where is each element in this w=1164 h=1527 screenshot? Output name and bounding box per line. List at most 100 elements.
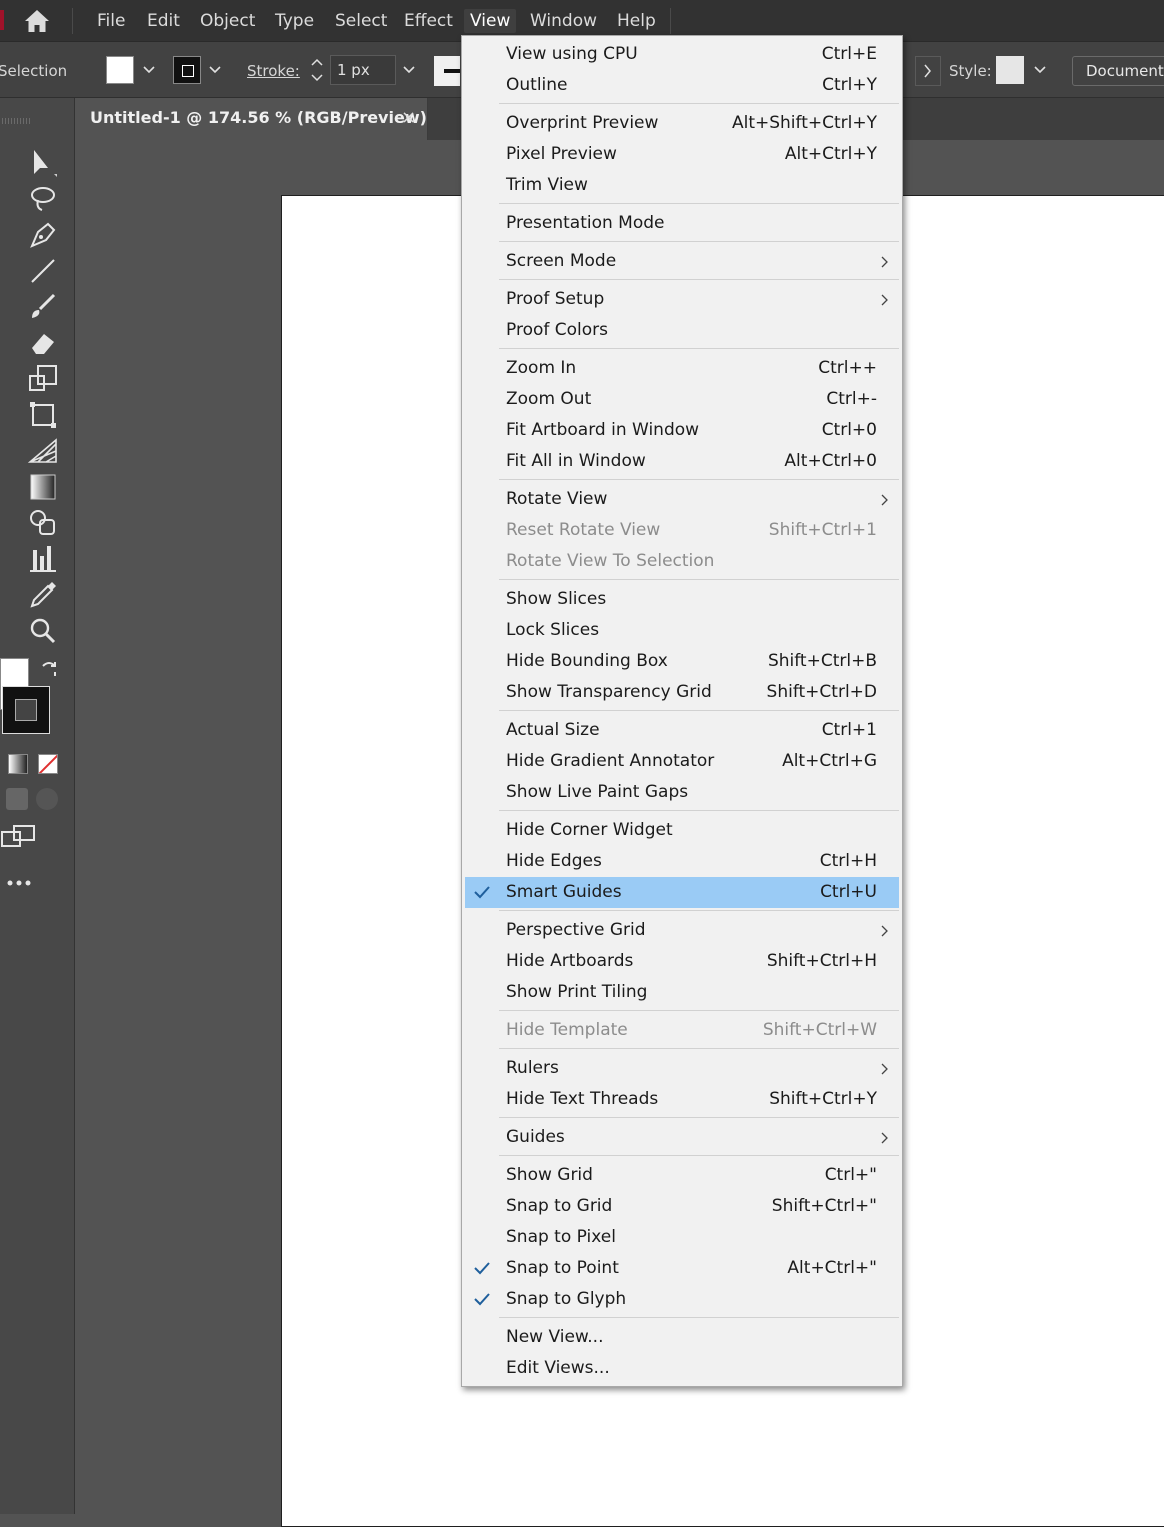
checkmark-icon [474, 1293, 490, 1306]
menu-item-fit-all-in-window[interactable]: Fit All in Window Alt+Ctrl+0 [465, 446, 899, 477]
menu-window[interactable]: Window [524, 9, 603, 33]
menu-item-guides[interactable]: Guides [465, 1122, 899, 1153]
menu-type[interactable]: Type [269, 9, 320, 33]
menu-item-fit-artboard-in-window[interactable]: Fit Artboard in Window Ctrl+0 [465, 415, 899, 446]
menu-item-actual-size[interactable]: Actual Size Ctrl+1 [465, 715, 899, 746]
free-transform-icon[interactable] [26, 398, 60, 432]
menu-item-label: Hide Corner Widget [506, 820, 673, 840]
menu-item-shortcut: Ctrl+E [821, 44, 877, 64]
checkmark-icon [474, 1262, 490, 1275]
menu-divider [670, 8, 671, 34]
fill-swatch[interactable] [106, 56, 134, 84]
chevron-right-icon[interactable] [915, 56, 941, 86]
menu-item-proof-colors[interactable]: Proof Colors [465, 315, 899, 346]
menu-item-hide-artboards[interactable]: Hide Artboards Shift+Ctrl+H [465, 946, 899, 977]
menu-item-presentation-mode[interactable]: Presentation Mode [465, 208, 899, 239]
change-screen-mode-icon[interactable] [0, 824, 38, 854]
menu-item-rotate-view[interactable]: Rotate View [465, 484, 899, 515]
eraser-icon[interactable] [26, 326, 60, 360]
stroke-weight-input[interactable]: 1 px [330, 55, 396, 85]
eyedropper-icon[interactable] [26, 578, 60, 612]
menu-item-show-grid[interactable]: Show Grid Ctrl+" [465, 1160, 899, 1191]
stroke-label[interactable]: Stroke: [247, 62, 300, 80]
menu-item-snap-to-glyph[interactable]: Snap to Glyph [465, 1284, 899, 1315]
menu-object[interactable]: Object [194, 9, 261, 33]
menu-item-screen-mode[interactable]: Screen Mode [465, 246, 899, 277]
chevron-down-icon[interactable] [140, 56, 158, 84]
menu-item-smart-guides[interactable]: Smart Guides Ctrl+U [465, 877, 899, 908]
line-segment-icon[interactable] [26, 254, 60, 288]
menu-item-proof-setup[interactable]: Proof Setup [465, 284, 899, 315]
paintbrush-icon[interactable] [26, 290, 60, 324]
menu-item-shortcut: Ctrl+U [820, 882, 877, 902]
none-swatch[interactable] [38, 754, 58, 774]
menu-item-hide-bounding-box[interactable]: Hide Bounding Box Shift+Ctrl+B [465, 646, 899, 677]
menu-item-label: Fit All in Window [506, 451, 646, 471]
menu-item-shortcut: Alt+Shift+Ctrl+Y [731, 113, 877, 133]
perspective-grid-icon[interactable] [26, 434, 60, 468]
menu-select[interactable]: Select [329, 9, 393, 33]
menu-item-perspective-grid[interactable]: Perspective Grid [465, 915, 899, 946]
menu-view[interactable]: View [464, 9, 517, 33]
menu-item-hide-corner-widget[interactable]: Hide Corner Widget [465, 815, 899, 846]
menu-item-outline[interactable]: Outline Ctrl+Y [465, 70, 899, 101]
gradient-swatch[interactable] [8, 754, 28, 774]
menu-item-shortcut: Shift+Ctrl+B [767, 651, 877, 671]
panel-grip[interactable] [2, 118, 32, 124]
column-graph-icon[interactable] [26, 542, 60, 576]
shape-builder-icon[interactable] [26, 506, 60, 540]
menu-item-trim-view[interactable]: Trim View [465, 170, 899, 201]
zoom-icon[interactable] [26, 614, 60, 648]
menu-item-snap-to-grid[interactable]: Snap to Grid Shift+Ctrl+" [465, 1191, 899, 1222]
brush-profile-swatch[interactable] [434, 56, 460, 86]
menu-item-zoom-in[interactable]: Zoom In Ctrl++ [465, 353, 899, 384]
menu-item-hide-gradient-annotator[interactable]: Hide Gradient Annotator Alt+Ctrl+G [465, 746, 899, 777]
style-swatch[interactable] [996, 56, 1024, 84]
menu-item-snap-to-point[interactable]: Snap to Point Alt+Ctrl+" [465, 1253, 899, 1284]
menu-item-view-using-cpu[interactable]: View using CPU Ctrl+E [465, 39, 899, 70]
direct-selection-icon[interactable] [26, 146, 60, 180]
menu-item-shortcut: Alt+Ctrl+" [787, 1258, 877, 1278]
draw-mode-icon[interactable] [6, 788, 28, 810]
menu-item-hide-edges[interactable]: Hide Edges Ctrl+H [465, 846, 899, 877]
menu-item-label: Fit Artboard in Window [506, 420, 700, 440]
lasso-icon[interactable] [26, 182, 60, 216]
chevron-down-icon[interactable] [1031, 56, 1049, 84]
menu-item-show-print-tiling[interactable]: Show Print Tiling [465, 977, 899, 1008]
menu-item-zoom-out[interactable]: Zoom Out Ctrl+- [465, 384, 899, 415]
menu-divider [72, 8, 73, 34]
menu-help[interactable]: Help [611, 9, 662, 33]
menu-item-overprint-preview[interactable]: Overprint Preview Alt+Shift+Ctrl+Y [465, 108, 899, 139]
screen-mode-icon[interactable] [36, 788, 58, 810]
menu-item-edit-views[interactable]: Edit Views... [465, 1353, 899, 1384]
menu-item-hide-text-threads[interactable]: Hide Text Threads Shift+Ctrl+Y [465, 1084, 899, 1115]
curvature-icon[interactable] [26, 218, 60, 252]
menu-item-label: Perspective Grid [506, 920, 646, 940]
menu-item-show-live-paint-gaps[interactable]: Show Live Paint Gaps [465, 777, 899, 808]
more-tools-icon[interactable] [6, 878, 32, 888]
menu-item-label: Hide Text Threads [506, 1089, 659, 1109]
menu-item-pixel-preview[interactable]: Pixel Preview Alt+Ctrl+Y [465, 139, 899, 170]
stepper-icon[interactable] [308, 55, 326, 85]
tab-document[interactable]: Untitled-1 @ 174.56 % (RGB/Preview) × [75, 98, 428, 140]
menu-item-show-transparency-grid[interactable]: Show Transparency Grid Shift+Ctrl+D [465, 677, 899, 708]
home-icon[interactable] [23, 8, 51, 34]
menu-file[interactable]: File [91, 9, 131, 33]
menu-item-rulers[interactable]: Rulers [465, 1053, 899, 1084]
menu-item-snap-to-pixel[interactable]: Snap to Pixel [465, 1222, 899, 1253]
scale-icon[interactable] [26, 362, 60, 396]
gradient-icon[interactable] [26, 470, 60, 504]
chevron-down-icon[interactable] [206, 56, 224, 84]
stroke-color-swatch[interactable] [2, 686, 50, 734]
document-setup-button[interactable]: Document S [1072, 56, 1164, 86]
menu-item-label: View using CPU [506, 44, 638, 64]
menu-item-new-view[interactable]: New View... [465, 1322, 899, 1353]
menu-item-show-slices[interactable]: Show Slices [465, 584, 899, 615]
chevron-down-icon[interactable] [400, 56, 418, 84]
swap-colors-icon[interactable] [38, 658, 60, 680]
menu-effect[interactable]: Effect [398, 9, 459, 33]
menu-edit[interactable]: Edit [141, 9, 186, 33]
menu-item-lock-slices[interactable]: Lock Slices [465, 615, 899, 646]
stroke-swatch[interactable] [173, 56, 201, 84]
close-icon[interactable]: × [401, 107, 416, 128]
